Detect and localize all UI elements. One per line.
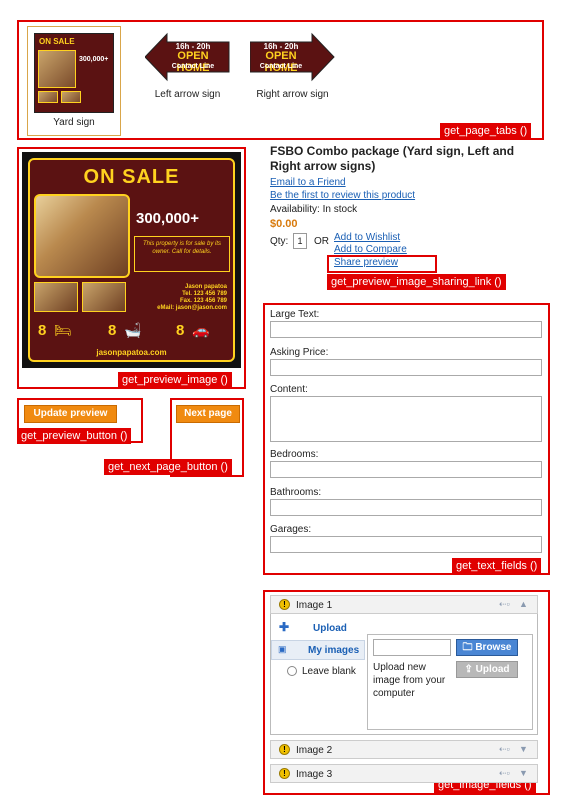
arrow-headline: OPEN HOME: [264, 50, 298, 74]
large-text-label: Large Text:: [270, 309, 320, 320]
upload-label: Upload: [475, 664, 510, 675]
sign-thumb-2: [82, 282, 126, 312]
car-icon: 🚗: [192, 322, 210, 338]
bedrooms-label: Bedrooms:: [270, 449, 319, 460]
upload-help-text: Upload new image from your computer: [373, 662, 446, 699]
warning-icon: !: [279, 599, 290, 610]
sign-main-photo: [34, 194, 130, 278]
availability: Availability: In stock: [270, 204, 358, 215]
upload-file-field[interactable]: [373, 639, 451, 656]
mini-thumb: [61, 91, 81, 103]
tab-label: Left arrow sign: [154, 89, 221, 100]
bathtub-icon: 🛁: [124, 322, 142, 338]
leave-blank-label: Leave blank: [302, 666, 356, 677]
browse-label: Browse: [475, 642, 512, 653]
asking-price-label: Asking Price:: [270, 347, 329, 358]
tab-left-arrow-sign[interactable]: 16h - 20h OPEN HOME Contact Line Left ar…: [140, 30, 235, 110]
sign-headline: ON SALE: [83, 166, 180, 188]
my-images-label: My images: [308, 645, 360, 656]
arrow-subline: Contact Line: [259, 63, 303, 70]
tab-right-arrow-sign[interactable]: 16h - 20h OPEN HOME Contact Line Right a…: [245, 30, 340, 110]
sharing-link-annotation: get_preview_image_sharing_link (): [327, 274, 506, 290]
upload-button[interactable]: ⇪ Upload: [456, 661, 518, 678]
garages-field[interactable]: [270, 536, 542, 553]
image-1-panel: ! Image 1 ⇠▫ ▲ ✚ Upload ▣ My images Leav…: [270, 595, 538, 735]
agent-name: Jason papatoa: [184, 284, 227, 290]
asking-price-field[interactable]: [270, 359, 542, 376]
image-2-title: Image 2: [296, 745, 333, 756]
image-2-header[interactable]: ! Image 2 ⇠▫ ▼: [270, 740, 538, 759]
mini-thumb: [38, 91, 58, 103]
upload-area: 🗀 Browse Upload new image from your comp…: [367, 634, 533, 730]
arrow-headline: OPEN HOME: [176, 50, 210, 74]
image-1-header[interactable]: ! Image 1 ⇠▫ ▲: [270, 595, 538, 614]
bathrooms-field[interactable]: [270, 499, 542, 516]
upload-icon: ⇪: [464, 664, 476, 675]
collapse-icon[interactable]: ▲: [519, 599, 528, 609]
warning-icon: !: [279, 768, 290, 779]
sign-bathrooms: 8: [108, 322, 117, 339]
qty-input[interactable]: 1: [293, 233, 307, 249]
yard-sign-thumbnail: ON SALE 300,000+: [34, 33, 114, 113]
agent-tel: Tel. 123 456 789: [182, 291, 227, 297]
agent-fax: Fax. 123 456 789: [179, 298, 227, 304]
move-icon[interactable]: ⇠▫: [499, 599, 510, 610]
or-label: OR: [314, 236, 329, 247]
agent-email: eMail: jason@jason.com: [157, 305, 227, 311]
text-fields-annotation: get_text_fields (): [452, 558, 542, 574]
sign-bedrooms: 8: [38, 322, 47, 339]
sign-website: jasonpapatoa.com: [96, 348, 167, 357]
wishlist-link[interactable]: Add to Wishlist: [334, 232, 400, 243]
sign-agent-info: Jason papatoa Tel. 123 456 789 Fax. 123 …: [137, 284, 227, 312]
warning-icon: !: [279, 744, 290, 755]
garages-label: Garages:: [270, 524, 312, 535]
product-title: FSBO Combo package (Yard sign, Left and …: [270, 144, 515, 173]
content-field[interactable]: [270, 396, 542, 442]
mini-headline: ON SALE: [39, 37, 75, 46]
large-text-field[interactable]: [270, 321, 542, 338]
review-link[interactable]: Be the first to review this product: [270, 190, 415, 201]
upload-tab[interactable]: Upload: [313, 623, 347, 634]
tab-label: Yard sign: [53, 117, 95, 128]
mini-price: 300,000+: [79, 56, 109, 63]
compare-link[interactable]: Add to Compare: [334, 244, 407, 255]
sign-panel: ON SALE 300,000+ This property is for sa…: [28, 158, 235, 362]
browse-button[interactable]: 🗀 Browse: [456, 639, 518, 656]
preview-image: ON SALE 300,000+ This property is for sa…: [22, 152, 241, 368]
page-tabs-annotation: get_page_tabs (): [440, 123, 532, 139]
bed-icon: 🛏: [54, 322, 72, 338]
arrow-subline: Contact Line: [171, 63, 215, 70]
next-page-button-annotation: get_next_page_button (): [104, 459, 232, 475]
preview-button-annotation: get_preview_button (): [17, 428, 132, 444]
sign-garages: 8: [176, 322, 185, 339]
qty-label: Qty:: [270, 236, 289, 247]
my-images-tab[interactable]: ▣ My images: [271, 640, 365, 660]
email-friend-link[interactable]: Email to a Friend: [270, 177, 346, 188]
image-3-header[interactable]: ! Image 3 ⇠▫ ▼: [270, 764, 538, 783]
mini-photo: [38, 50, 76, 88]
expand-icon[interactable]: ▼: [519, 744, 528, 754]
sign-thumb-1: [34, 282, 78, 312]
next-page-button[interactable]: Next page: [176, 405, 240, 423]
content-label: Content:: [270, 384, 308, 395]
product-price: $0.00: [270, 218, 298, 230]
sign-price: 300,000+: [136, 210, 199, 227]
bedrooms-field[interactable]: [270, 461, 542, 478]
preview-image-annotation: get_preview_image (): [118, 372, 232, 388]
tab-yard-sign[interactable]: ON SALE 300,000+ Yard sign: [27, 26, 121, 136]
expand-icon[interactable]: ▼: [519, 768, 528, 778]
images-icon: ▣: [278, 644, 287, 654]
folder-icon: 🗀: [462, 642, 476, 653]
image-1-title: Image 1: [296, 600, 333, 611]
move-icon[interactable]: ⇠▫: [499, 744, 510, 755]
leave-blank-radio[interactable]: [287, 666, 297, 676]
share-preview-link[interactable]: Share preview: [334, 257, 398, 268]
tab-label: Right arrow sign: [256, 89, 329, 100]
move-icon[interactable]: ⇠▫: [499, 768, 510, 779]
plus-icon: ✚: [279, 620, 290, 634]
update-preview-button[interactable]: Update preview: [24, 405, 117, 423]
bathrooms-label: Bathrooms:: [270, 487, 322, 498]
image-3-title: Image 3: [296, 769, 333, 780]
sign-description: This property is for sale by its owner. …: [134, 236, 230, 272]
